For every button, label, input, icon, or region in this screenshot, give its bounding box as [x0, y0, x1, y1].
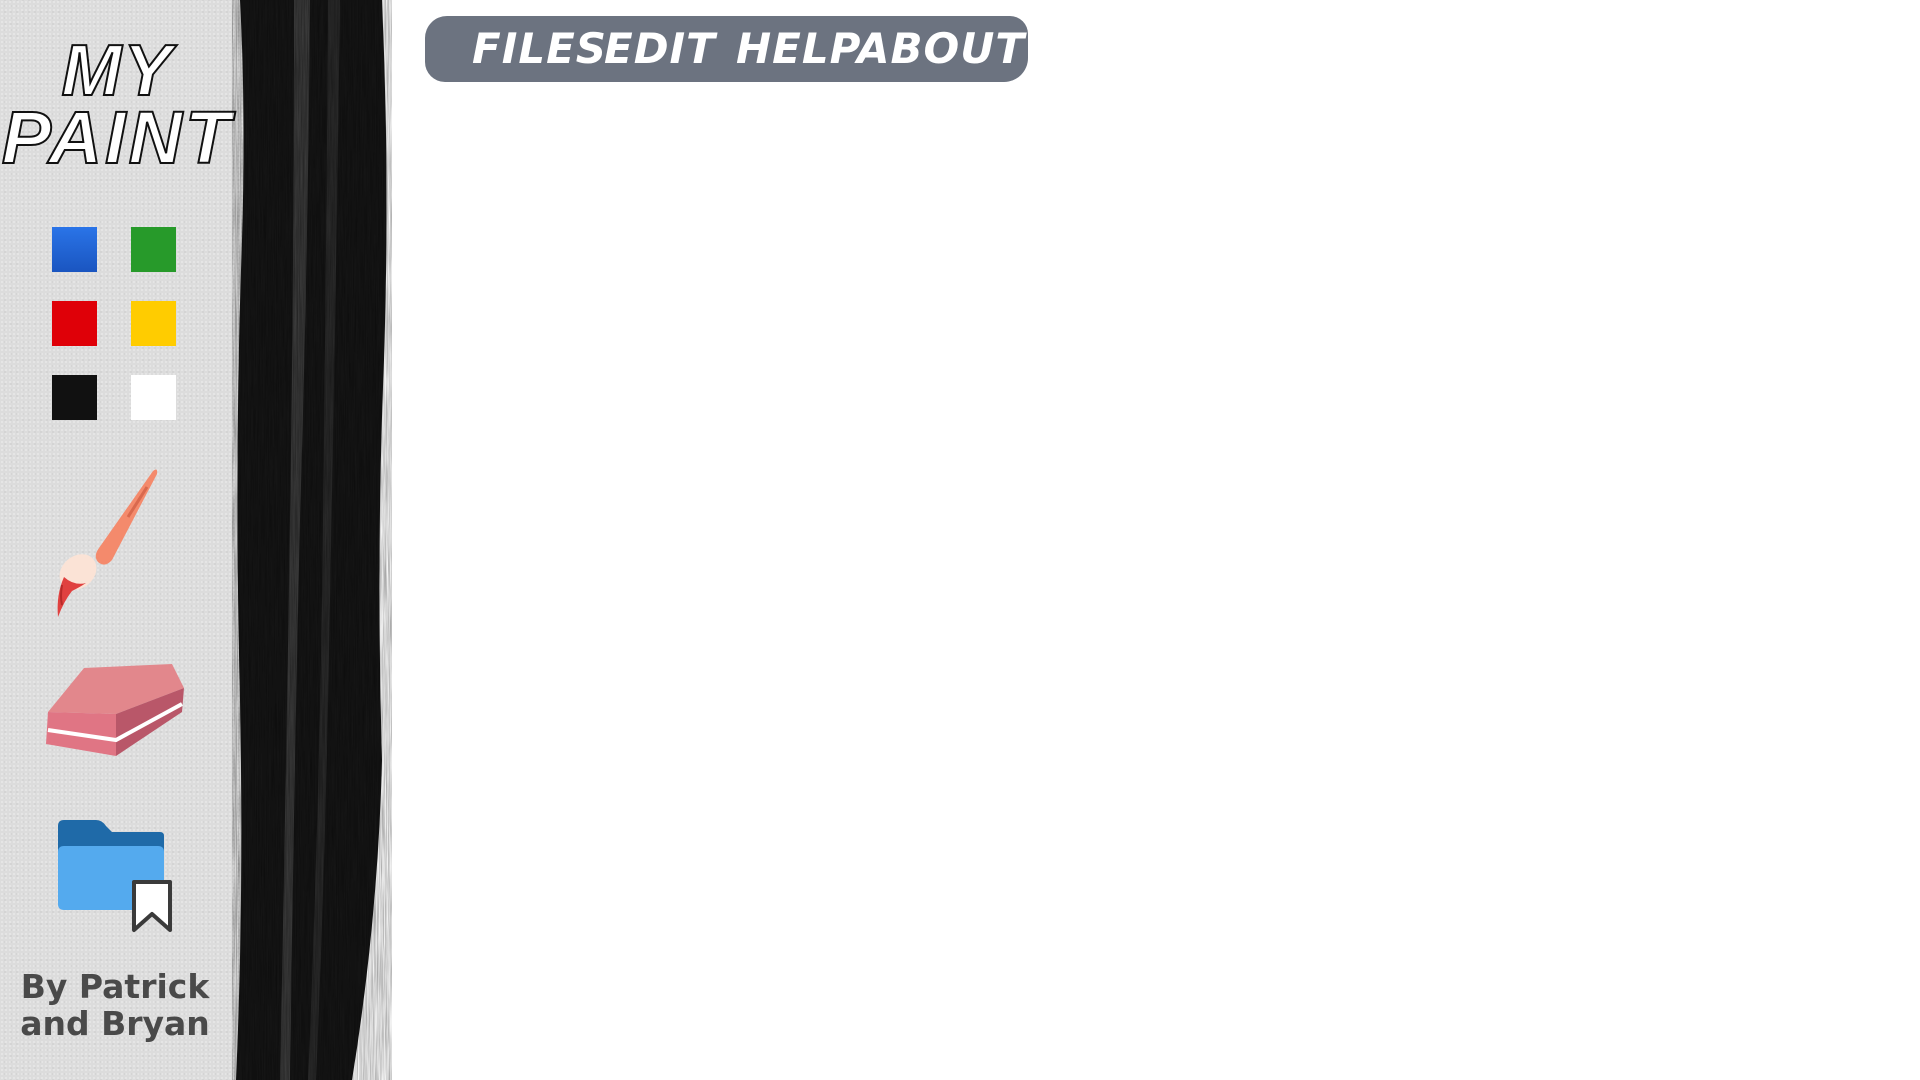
color-swatch-yellow[interactable] — [131, 301, 176, 346]
color-swatch-black[interactable] — [52, 375, 97, 420]
menu-edit[interactable]: EDIT — [604, 24, 716, 73]
logo-line-2: PAINT — [1, 96, 234, 180]
menu-about[interactable]: ABOUT — [857, 24, 1025, 73]
color-swatch-red[interactable] — [52, 301, 97, 346]
eraser-icon — [46, 664, 184, 756]
logo-line-1: MY — [61, 31, 174, 111]
color-swatch-blue[interactable] — [52, 227, 97, 272]
eraser-tool-button[interactable] — [44, 660, 184, 765]
folder-bookmark-icon — [58, 820, 172, 932]
paintbrush-icon — [57, 469, 158, 617]
brush-stroke-divider — [232, 0, 392, 1080]
sidebar: MY PAINT By Patrick and Bryan — [0, 0, 246, 1080]
menu-files[interactable]: FILES — [472, 24, 607, 73]
drawing-canvas[interactable] — [392, 100, 1920, 1080]
credit-text: By Patrick and Bryan — [20, 967, 210, 1043]
brush-tool-button[interactable] — [50, 465, 165, 625]
color-swatch-white[interactable] — [131, 375, 176, 420]
menu-help[interactable]: HELP — [736, 24, 861, 73]
open-folder-button[interactable] — [54, 818, 174, 933]
paint-app: MY PAINT By Patrick and Bryan FILES EDIT… — [0, 0, 1920, 1080]
menu-bar: FILES EDIT HELP ABOUT — [425, 16, 1028, 82]
color-swatch-green[interactable] — [131, 227, 176, 272]
app-logo: MY PAINT — [0, 31, 235, 180]
